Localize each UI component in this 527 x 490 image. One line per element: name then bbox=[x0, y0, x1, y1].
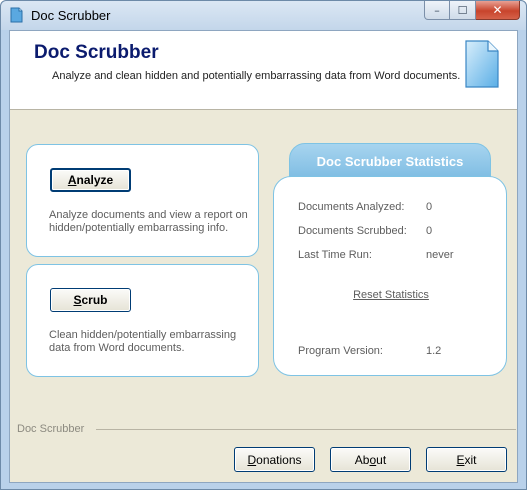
exit-button[interactable]: Exit bbox=[426, 447, 507, 472]
document-icon bbox=[465, 40, 499, 88]
footer-divider bbox=[96, 429, 516, 430]
maximize-icon: ☐ bbox=[457, 3, 468, 17]
scrub-label: crub bbox=[81, 293, 108, 307]
about-label-post: ut bbox=[376, 452, 387, 467]
stats-title: Doc Scrubber Statistics bbox=[289, 143, 491, 179]
exit-label: xit bbox=[464, 452, 477, 467]
stat-label-scrubbed: Documents Scrubbed: bbox=[298, 225, 407, 237]
page-subtitle: Analyze and clean hidden and potentially… bbox=[52, 70, 461, 82]
stat-value-last-run: never bbox=[426, 249, 454, 261]
caption-buttons: – ☐ ✕ bbox=[424, 1, 520, 21]
header-banner: Doc Scrubber Analyze and clean hidden an… bbox=[10, 31, 517, 110]
version-value: 1.2 bbox=[426, 345, 442, 357]
about-mnemonic: o bbox=[369, 452, 377, 467]
page-title: Doc Scrubber bbox=[34, 42, 159, 63]
title-bar[interactable]: Doc Scrubber – ☐ ✕ bbox=[1, 1, 526, 30]
footer-group-label: Doc Scrubber bbox=[17, 423, 85, 435]
minimize-button[interactable]: – bbox=[424, 1, 450, 20]
scrub-panel: Scrub Clean hidden/potentially embarrass… bbox=[26, 264, 259, 377]
client-area: Doc Scrubber Analyze and clean hidden an… bbox=[9, 30, 518, 483]
donations-label: onations bbox=[256, 452, 302, 467]
about-label-pre: Ab bbox=[354, 452, 370, 467]
stat-value-analyzed: 0 bbox=[426, 201, 433, 213]
analyze-description: Analyze documents and view a report on h… bbox=[49, 209, 248, 234]
analyze-mnemonic: A bbox=[67, 173, 77, 187]
scrub-button[interactable]: Scrub bbox=[50, 288, 131, 312]
reset-statistics-link[interactable]: Reset Statistics bbox=[274, 289, 508, 301]
analyze-panel: Analyze Analyze documents and view a rep… bbox=[26, 144, 259, 257]
close-icon: ✕ bbox=[492, 3, 503, 17]
exit-mnemonic: E bbox=[456, 452, 465, 467]
minimize-icon: – bbox=[434, 3, 440, 17]
close-button[interactable]: ✕ bbox=[476, 1, 520, 20]
scrub-description: Clean hidden/potentially embarrassing da… bbox=[49, 329, 237, 354]
scrub-mnemonic: S bbox=[73, 293, 82, 307]
donations-mnemonic: D bbox=[247, 452, 257, 467]
donations-button[interactable]: Donations bbox=[234, 447, 315, 472]
maximize-button[interactable]: ☐ bbox=[450, 1, 476, 20]
stat-label-last-run: Last Time Run: bbox=[298, 249, 372, 261]
app-window: Doc Scrubber – ☐ ✕ Doc Scrubber Analyze … bbox=[0, 0, 527, 490]
about-button[interactable]: Ab o ut bbox=[330, 447, 411, 472]
window-title: Doc Scrubber bbox=[31, 8, 111, 23]
version-label: Program Version: bbox=[298, 345, 383, 357]
stat-label-analyzed: Documents Analyzed: bbox=[298, 201, 405, 213]
app-document-icon bbox=[10, 7, 23, 23]
stats-panel: Documents Analyzed: 0 Documents Scrubbed… bbox=[273, 176, 507, 376]
analyze-button[interactable]: Analyze bbox=[50, 168, 131, 192]
analyze-label: nalyze bbox=[76, 173, 114, 187]
stat-value-scrubbed: 0 bbox=[426, 225, 433, 237]
